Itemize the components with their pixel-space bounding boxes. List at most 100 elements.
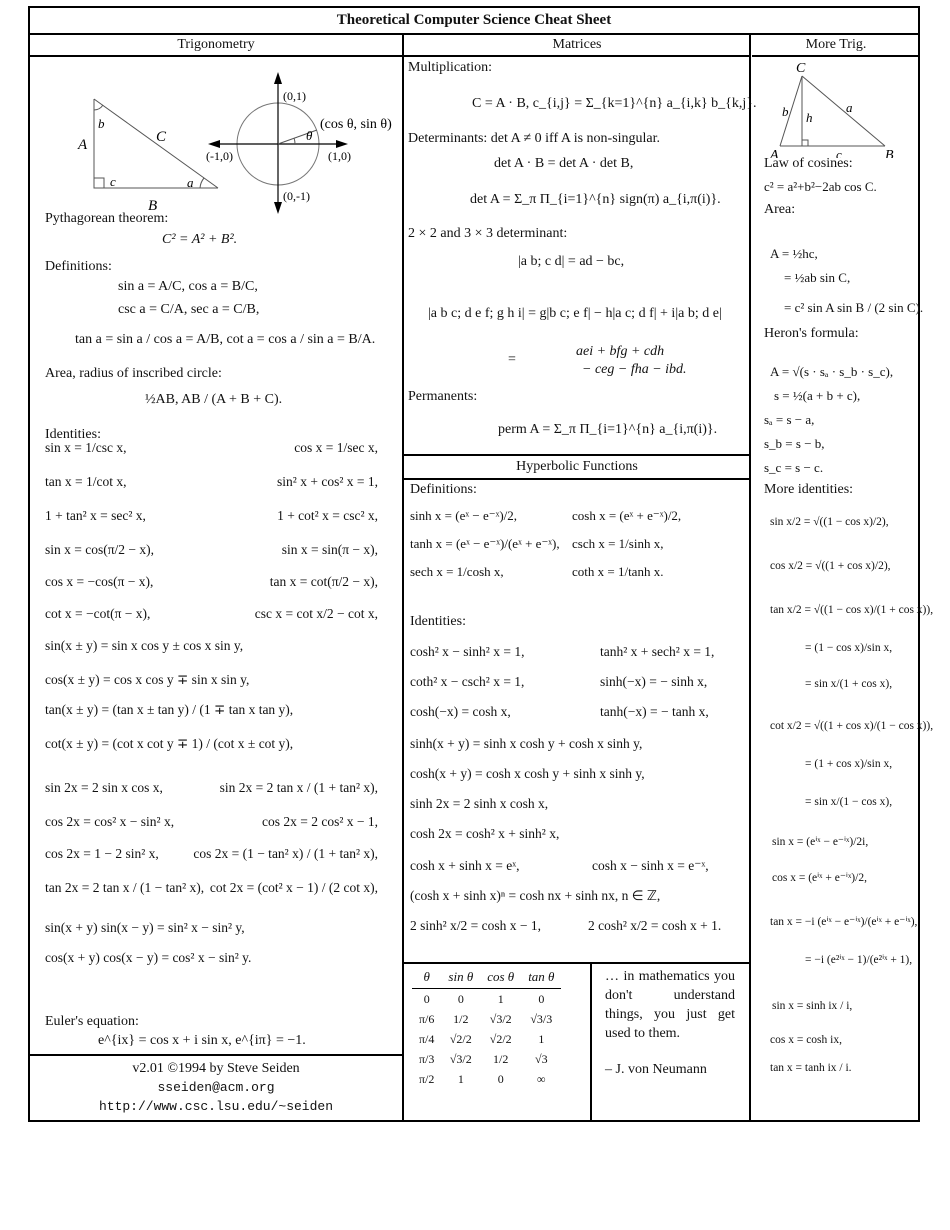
heron-formula: A = √(s · sₐ · s_b · s_c), xyxy=(770,364,894,379)
identity-formula: sin 2x = 2 sin x cos x, xyxy=(45,780,163,795)
hyperbolic-identity: 2 cosh² x/2 = cosh x + 1. xyxy=(588,918,722,933)
permanent-formula: perm A = Σ_π Π_{i=1}^{n} a_{i,π(i)}. xyxy=(498,422,718,437)
cheat-sheet: Theoretical Computer Science Cheat Sheet… xyxy=(28,6,933,1122)
trig-diagrams: A B C b c a (0,1) (0,-1) (-1,0) (1,0) (c… xyxy=(77,72,392,214)
triangle-label-c: c xyxy=(110,174,116,189)
quote-author: – J. von Neumann xyxy=(605,1062,707,1077)
determinant-2x3-label: 2 × 2 and 3 × 3 determinant: xyxy=(408,226,568,241)
identity-formula: cos x = 1/sec x, xyxy=(294,440,378,455)
identity-formula: cos x/2 = √((1 + cos x)/2), xyxy=(770,560,891,572)
author-url[interactable]: http://www.csc.lsu.edu/~seiden xyxy=(30,1099,402,1115)
table-cell: √3/2 xyxy=(449,1051,472,1066)
identity-formula: cos 2x = cos² x − sin² x, xyxy=(45,814,175,829)
section-divider xyxy=(403,478,750,480)
identity-formula: 1 + tan² x = sec² x, xyxy=(45,508,146,523)
determinant-3x3-formula: |a b c; d e f; g h i| = g|b c; e f| − h|… xyxy=(428,306,722,321)
area-formula: = c² sin A sin B / (2 sin C). xyxy=(784,300,924,315)
area-label: Area: xyxy=(764,202,796,217)
table-cell: π/4 xyxy=(419,1031,435,1046)
heron-formula: s = ½(a + b + c), xyxy=(774,388,861,403)
triangle-height-h: h xyxy=(806,110,813,125)
triangle-side-a: a xyxy=(846,100,853,115)
column-divider xyxy=(749,33,751,1122)
determinant-product-formula: det A · B = det A · det B, xyxy=(494,156,634,171)
column-divider xyxy=(402,33,404,1122)
area-label: Area, radius of inscribed circle: xyxy=(45,366,222,381)
identity-formula: sin 2x = 2 tan x / (1 + tan² x), xyxy=(219,780,378,795)
author-email[interactable]: sseiden@acm.org xyxy=(30,1080,402,1096)
hyperbolic-definition: tanh x = (eˣ − e⁻ˣ)/(eˣ + e⁻ˣ), xyxy=(410,536,560,551)
euler-formula: e^{ix} = cos x + i sin x, e^{iπ} = −1. xyxy=(98,1033,306,1048)
heron-formula: s_b = s − b, xyxy=(764,436,825,451)
determinant-2x2-formula: |a b; c d| = ad − bc, xyxy=(518,254,625,269)
determinant-formula: det A = Σ_π Π_{i=1}^{n} sign(π) a_{i,π(i… xyxy=(470,192,721,207)
sheet-title: Theoretical Computer Science Cheat Sheet xyxy=(30,8,918,35)
triangle-vertex-B: B xyxy=(885,148,894,158)
table-cell: 0 xyxy=(497,1071,504,1086)
table-header-cell: sin θ xyxy=(441,966,481,989)
general-triangle-diagram: C A B b a h c xyxy=(769,61,894,158)
identity-formula: cos(x + y) cos(x − y) = cos² x − sin² y. xyxy=(45,950,252,965)
identity-formula: cot(x ± y) = (cot x cot y ∓ 1) / (cot x … xyxy=(45,736,294,751)
circle-label-left: (-1,0) xyxy=(206,149,233,163)
identity-formula: tan x = tanh ix / i. xyxy=(770,1062,852,1074)
circle-label-right: (1,0) xyxy=(328,149,351,163)
table-row: 0 0 1 0 xyxy=(412,989,561,1010)
area-formula: A = ½hc, xyxy=(770,246,818,261)
identity-formula: = sin x/(1 − cos x), xyxy=(805,796,893,808)
section-divider xyxy=(30,1054,403,1056)
table-cell: √2/2 xyxy=(449,1031,472,1046)
identity-formula: cos x = −cos(π − x), xyxy=(45,574,154,589)
table-header-cell: cos θ xyxy=(480,966,522,989)
triangle-label-a: a xyxy=(187,175,194,190)
hyperbolic-identity: coth² x − csch² x = 1, xyxy=(410,674,525,689)
pythagorean-label: Pythagorean theorem: xyxy=(45,211,169,226)
identity-formula: sin(x ± y) = sin x cos y ± cos x sin y, xyxy=(45,638,244,653)
identity-formula: tan x/2 = √((1 − cos x)/(1 + cos x)), xyxy=(770,604,934,616)
identity-formula: cot 2x = (cot² x − 1) / (2 cot x), xyxy=(209,880,378,895)
more-identities-label: More identities: xyxy=(764,482,854,497)
identity-formula: sin x = (eⁱˣ − e⁻ⁱˣ)/2i, xyxy=(772,836,869,848)
identity-formula: sin x = sin(π − x), xyxy=(281,542,378,557)
identity-formula: = −i (e²ⁱˣ − 1)/(e²ⁱˣ + 1), xyxy=(805,954,913,966)
circle-label-angle: θ xyxy=(306,128,313,143)
circle-label-bottom: (0,-1) xyxy=(283,189,310,203)
multiplication-formula: C = A · B, c_{i,j} = Σ_{k=1}^{n} a_{i,k}… xyxy=(472,96,757,111)
unit-circle-diagram: (0,1) (0,-1) (-1,0) (1,0) (cos θ, sin θ)… xyxy=(206,72,392,214)
identity-formula: sin x = sinh ix / i, xyxy=(772,1000,853,1012)
table-row: π/2 1 0 ∞ xyxy=(412,1069,561,1089)
table-cell: π/6 xyxy=(419,1011,435,1026)
identity-formula: cot x/2 = √((1 + cos x)/(1 − cos x)), xyxy=(770,720,934,732)
determinant-3x3-equals: = xyxy=(508,352,516,367)
permanents-label: Permanents: xyxy=(408,389,478,404)
hyperbolic-identity: tanh² x + sech² x = 1, xyxy=(600,644,715,659)
table-cell: √2/2 xyxy=(489,1031,512,1046)
definition-formula: csc a = C/A, sec a = C/B, xyxy=(118,302,260,317)
triangle-label-C: C xyxy=(156,129,167,145)
table-cell: π/3 xyxy=(419,1051,435,1066)
identity-formula: sin x = 1/csc x, xyxy=(45,440,127,455)
table-cell: √3/3 xyxy=(530,1011,553,1026)
identity-formula: tan x = 1/cot x, xyxy=(45,474,127,489)
table-header-row: θ sin θ cos θ tan θ xyxy=(412,966,562,989)
identity-formula: cos(x ± y) = cos x cos y ∓ sin x sin y, xyxy=(45,672,250,687)
identity-formula: sin² x + cos² x = 1, xyxy=(277,474,378,489)
section-header-matrices: Matrices xyxy=(404,33,750,57)
table-header-cell: tan θ xyxy=(521,966,562,989)
pythagorean-formula: C² = A² + B². xyxy=(162,232,238,247)
table-cell: √3/2 xyxy=(489,1011,512,1026)
identity-formula: cos x = (eⁱˣ + e⁻ⁱˣ)/2, xyxy=(772,872,867,884)
table-row: π/3 √3/2 1/2 √3 xyxy=(412,1049,561,1069)
hyperbolic-definition: sech x = 1/cosh x, xyxy=(410,564,504,579)
determinants-label: Determinants: det A ≠ 0 iff A is non-sin… xyxy=(408,131,661,146)
identity-formula: 1 + cot² x = csc² x, xyxy=(277,508,378,523)
definitions-label: Definitions: xyxy=(45,259,112,274)
table-row: π/6 1/2 √3/2 √3/3 xyxy=(412,1009,561,1029)
table-cell: 0 xyxy=(457,991,464,1006)
identity-formula: = (1 + cos x)/sin x, xyxy=(805,758,893,770)
herons-formula-label: Heron's formula: xyxy=(764,326,859,341)
hyperbolic-identities-label: Identities: xyxy=(410,614,466,629)
section-header-more-trig: More Trig. xyxy=(752,33,920,57)
right-triangle-diagram: A B C b c a xyxy=(77,98,219,214)
hyperbolic-identity: sinh(−x) = − sinh x, xyxy=(600,674,708,689)
